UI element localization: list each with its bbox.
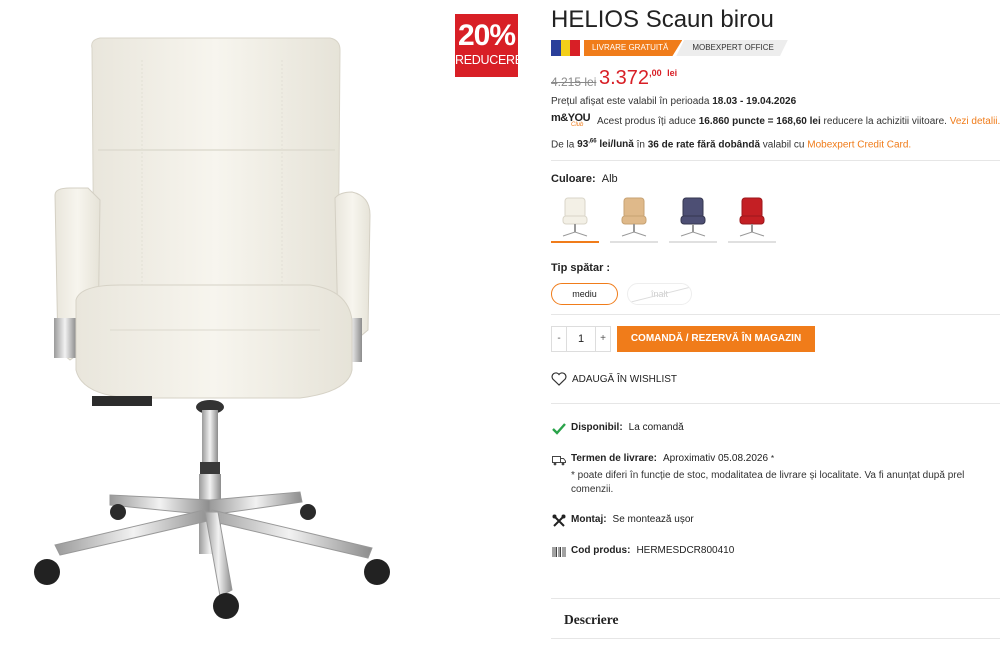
product-details: HELIOS Scaun birou LIVRARE GRATUITĂ MOBE… [551, 0, 1000, 653]
assembly-label: Montaj: [571, 514, 607, 525]
order-button[interactable]: COMANDĂ / REZERVĂ ÎN MAGAZIN [617, 326, 815, 352]
installment-months: 36 de rate fără dobândă [647, 139, 761, 151]
installment-decimals: ,66 [588, 139, 597, 145]
product-code-label: Cod produs: [571, 545, 631, 556]
discount-percent: 20% [457, 19, 516, 52]
color-swatch-alb[interactable] [551, 192, 599, 243]
discount-badge: 20% REDUCERE [455, 14, 523, 77]
installments-mid: în [636, 139, 645, 151]
product-code-row: Cod produs: HERMESDCR800410 [551, 545, 734, 559]
product-title: HELIOS Scaun birou [551, 6, 774, 33]
divider [551, 314, 1000, 315]
myou-club-logo: m&YOU Club [551, 112, 591, 130]
product-image[interactable] [30, 30, 410, 630]
color-swatch-bej[interactable] [610, 192, 658, 243]
divider [551, 403, 1000, 404]
product-code-value: HERMESDCR800410 [636, 545, 735, 556]
assembly-value: Se montează ușor [612, 514, 694, 525]
free-shipping-tag: LIVRARE GRATUITĂ [584, 40, 683, 56]
period-dates: 18.03 - 19.04.2026 [712, 96, 797, 107]
delivery-mark: * [770, 453, 775, 463]
loyalty-suffix: reducere la achizitii viitoare. [823, 115, 947, 127]
quantity-input[interactable]: 1 [566, 327, 596, 351]
old-price: 4.215 lei [551, 75, 597, 89]
price-decimals: ,00 [649, 68, 662, 78]
product-tags: LIVRARE GRATUITĂ MOBEXPERT OFFICE [551, 40, 788, 56]
discount-label: REDUCERE [455, 53, 523, 67]
color-value: Alb [601, 173, 618, 185]
period-text: Prețul afișat este valabil în perioada [551, 96, 710, 107]
loyalty-points: 16.860 puncte = 168,60 lei [698, 115, 821, 127]
wishlist-button[interactable]: ADAUGĂ ÎN WISHLIST [551, 372, 677, 386]
barcode-icon [551, 545, 567, 559]
price-period: Prețul afișat este valabil în perioada 1… [551, 96, 796, 107]
installment-amount: 93 [577, 139, 589, 151]
heart-icon [551, 372, 567, 386]
truck-icon [551, 453, 567, 467]
brand-tag[interactable]: MOBEXPERT OFFICE [676, 40, 788, 56]
color-swatch-bleumarin[interactable] [669, 192, 717, 243]
description-tab[interactable]: Descriere [564, 612, 618, 628]
quantity-stepper: - 1 + [551, 326, 611, 352]
price-integer: 3.372 [599, 67, 650, 89]
back-type-option-mediu[interactable]: mediu [551, 283, 618, 305]
color-swatches [551, 192, 787, 243]
delivery-note-line2: comenzii. [571, 484, 614, 495]
delivery-note-line1: * poate diferi în funcție de stoc, modal… [571, 470, 965, 481]
color-label-row: Culoare: Alb [551, 173, 618, 185]
installments-suffix: valabil cu [762, 139, 805, 151]
back-type-label: Tip spătar [551, 262, 604, 274]
price-currency: lei [667, 68, 678, 78]
availability-row: Disponibil: La comandă [551, 422, 684, 436]
loyalty-details-link[interactable]: Vezi detalii. [950, 116, 1000, 127]
delivery-row: Termen de livrare: Aproximativ 05.08.202… [551, 453, 774, 467]
availability-label: Disponibil: [571, 422, 623, 433]
quantity-decrease-button[interactable]: - [552, 327, 566, 351]
loyalty-prefix: Acest produs îți aduce [597, 115, 696, 127]
tools-icon [551, 514, 567, 528]
myou-logo-sub: Club [571, 122, 584, 128]
back-type-option-inalt: înalt [627, 283, 692, 305]
delivery-value: Aproximativ 05.08.2026 [662, 453, 769, 464]
current-price: 3.372,00 lei [599, 67, 677, 90]
assembly-row: Montaj: Se montează ușor [551, 514, 694, 528]
romania-flag-icon [551, 40, 581, 56]
installment-unit: lei/lună [599, 139, 634, 151]
check-icon [551, 422, 567, 436]
wishlist-label: ADAUGĂ ÎN WISHLIST [572, 373, 678, 385]
delivery-label: Termen de livrare: [571, 453, 657, 464]
credit-card-link[interactable]: Mobexpert Credit Card. [807, 139, 911, 150]
product-gallery: 20% REDUCERE [0, 0, 540, 653]
color-label: Culoare [551, 173, 592, 185]
divider [551, 598, 1000, 599]
color-swatch-rosu[interactable] [728, 192, 776, 243]
installments-prefix: De la [551, 139, 575, 151]
back-type-label-row: Tip spătar : [551, 262, 611, 274]
quantity-increase-button[interactable]: + [596, 327, 610, 351]
availability-value: La comandă [628, 422, 684, 433]
loyalty-row: m&YOU Club Acest produs îți aduce 16.860… [551, 112, 1000, 130]
installments-row: De la 93,66 lei/lună în 36 de rate fără … [551, 139, 911, 150]
divider [551, 160, 1000, 161]
divider [551, 638, 1000, 639]
